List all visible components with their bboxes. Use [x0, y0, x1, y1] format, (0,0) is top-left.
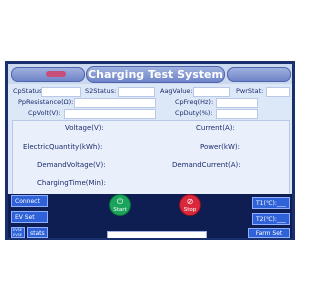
start-label: Start: [113, 207, 127, 213]
pp-resistance-label: PpResistance(Ω):: [18, 98, 74, 106]
farm-set-button[interactable]: Farm Set: [248, 228, 290, 238]
stop-button[interactable]: ⊘ Stop: [179, 194, 201, 216]
demand-voltage-label: DemandVoltage(V):: [37, 161, 106, 169]
stats-button[interactable]: stats: [27, 227, 48, 238]
cp-freq-field: [216, 98, 258, 108]
cp-volt-field: [64, 109, 156, 119]
t2-temperature-field[interactable]: T2(℃):___: [252, 213, 290, 225]
screen: Charging Test System CpStatus: S2Status:…: [8, 64, 292, 238]
logo-stripe: [46, 71, 66, 77]
message-field: [107, 231, 207, 238]
aag-value-label: AagValue:: [160, 87, 193, 95]
cp-freq-label: CpFreq(Hz):: [175, 98, 214, 106]
s2-status-field: [118, 87, 155, 97]
ev-set-button[interactable]: EV Set: [11, 211, 48, 223]
cp-duty-label: CpDuty(%):: [175, 109, 213, 117]
evse-badge: EVSE EVSE: [11, 227, 25, 238]
aag-value-field: [193, 87, 230, 97]
charging-time-label: ChargingTime(Min):: [37, 179, 107, 187]
header-bar: Charging Test System: [8, 64, 292, 84]
cp-status-field: [41, 87, 81, 97]
start-button[interactable]: ⏻ Start: [109, 194, 131, 216]
power-label: Power(kW):: [200, 143, 240, 151]
electric-quantity-label: ElectricQuantity(kWh):: [23, 143, 103, 151]
pp-resistance-field: [74, 98, 156, 108]
s2-status-label: S2Status:: [85, 87, 117, 95]
cp-status-label: CpStatus:: [13, 87, 45, 95]
voltage-label: Voltage(V):: [65, 124, 104, 132]
power-icon: ⏻: [116, 197, 124, 206]
stop-label: Stop: [183, 207, 197, 213]
control-bar: Connect EV Set EVSE EVSE stats ⏻ Start ⊘…: [8, 194, 292, 238]
demand-current-label: DemandCurrent(A):: [172, 161, 241, 169]
cp-duty-field: [216, 109, 258, 119]
header-right-pill: [227, 67, 291, 82]
pwr-stat-field: [266, 87, 290, 97]
page-title: Charging Test System: [86, 66, 225, 83]
logo-pill: [11, 67, 85, 82]
device-frame: Charging Test System CpStatus: S2Status:…: [5, 61, 295, 240]
no-entry-icon: ⊘: [186, 197, 194, 206]
cp-volt-label: CpVolt(V):: [28, 109, 61, 117]
t1-temperature-field[interactable]: T1(℃):___: [252, 197, 290, 209]
measurement-panel: Voltage(V): Current(A): ElectricQuantity…: [12, 120, 290, 198]
pwr-stat-label: PwrStat:: [236, 87, 264, 95]
current-label: Current(A):: [196, 124, 235, 132]
connect-button[interactable]: Connect: [11, 195, 48, 207]
